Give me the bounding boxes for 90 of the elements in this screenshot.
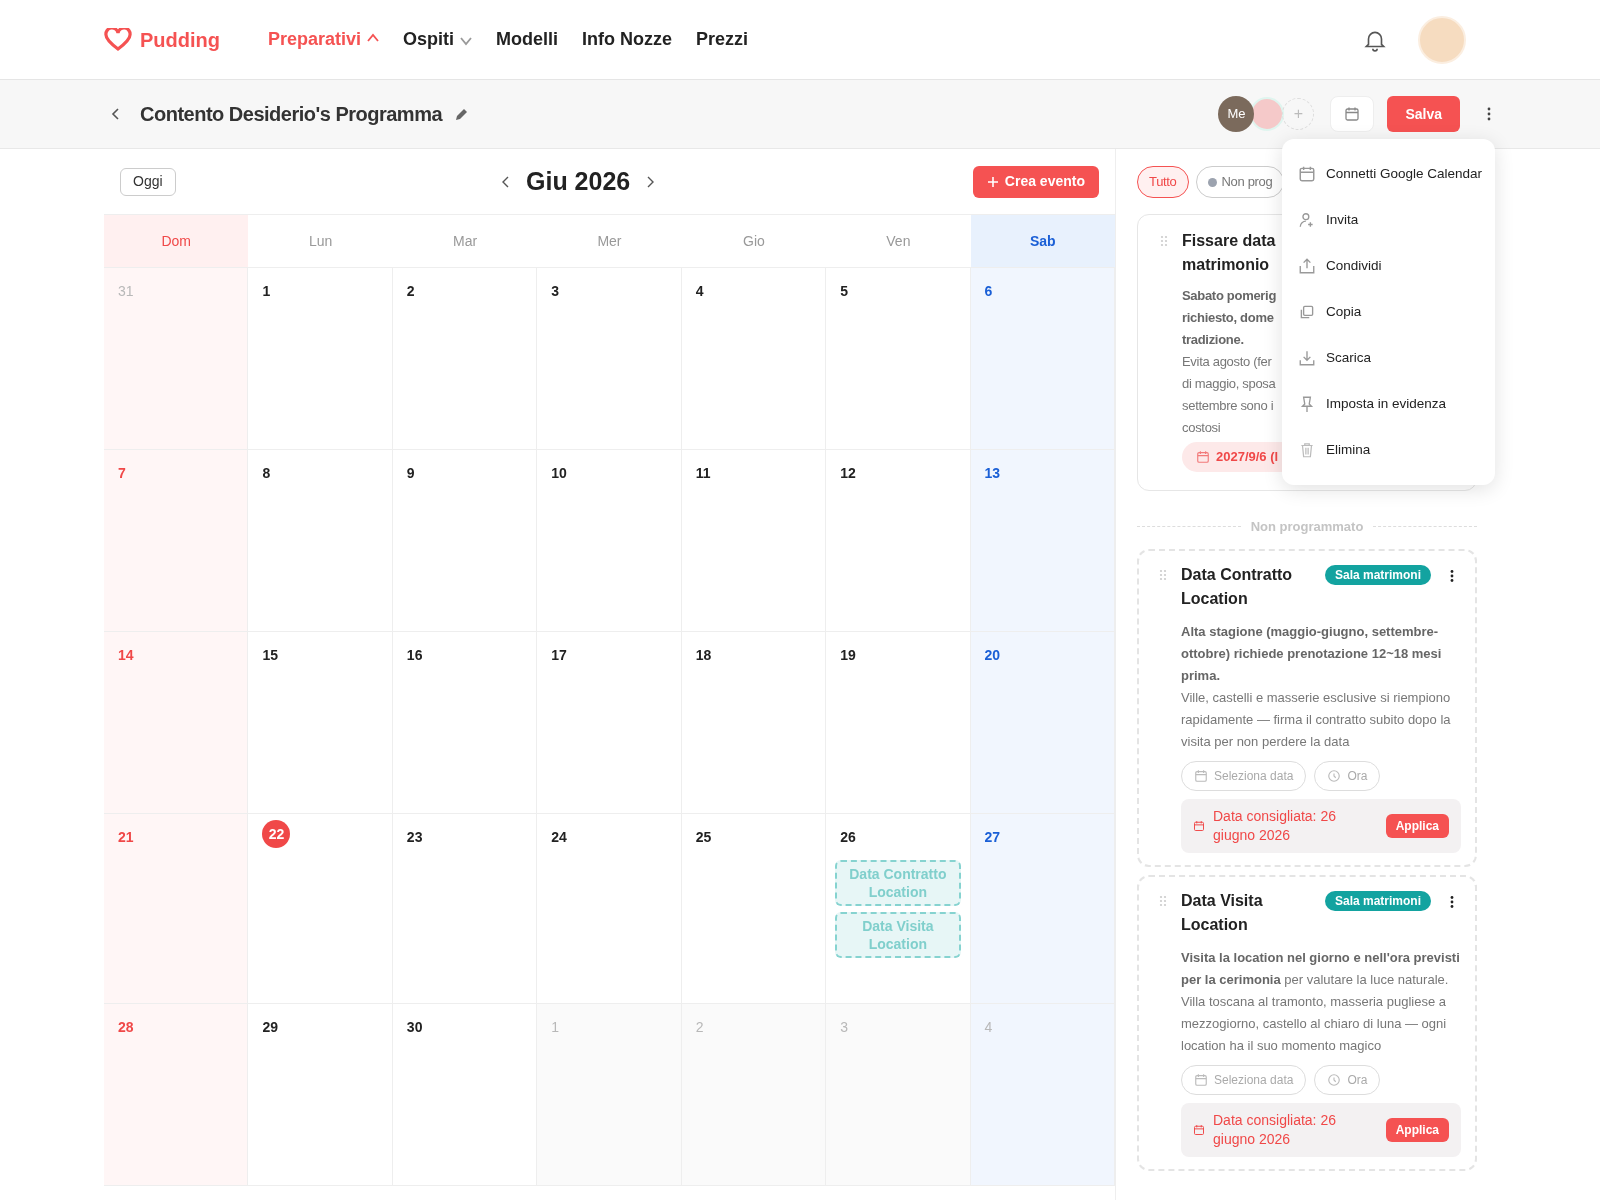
- menu-item[interactable]: Condividi: [1282, 243, 1495, 289]
- day-number[interactable]: 8: [262, 463, 271, 484]
- description-line: costosi: [1182, 419, 1221, 437]
- menu-item[interactable]: Invita: [1282, 197, 1495, 243]
- day-number[interactable]: 5: [840, 281, 848, 302]
- nav-link[interactable]: Modelli: [496, 26, 559, 53]
- heart-logo-icon: [104, 27, 132, 52]
- calendar-icon: [1194, 768, 1208, 783]
- pin-icon: [1298, 395, 1316, 413]
- day-number[interactable]: 29: [262, 1017, 278, 1038]
- description-line: Sabato pomerig: [1182, 287, 1277, 305]
- calendar-icon: [1193, 819, 1205, 832]
- today-date-marker[interactable]: 22: [262, 820, 291, 848]
- day-number[interactable]: 3: [551, 281, 560, 302]
- menu-item[interactable]: Copia: [1282, 289, 1495, 335]
- calendar-icon: [1196, 450, 1210, 464]
- filter-chip[interactable]: Non prog: [1195, 166, 1283, 198]
- section-divider-label: Non programmato: [1250, 518, 1364, 536]
- description-line: tradizione.: [1182, 331, 1244, 349]
- more-icon[interactable]: [1449, 568, 1455, 583]
- day-number[interactable]: 16: [406, 645, 423, 666]
- day-number[interactable]: 27: [984, 827, 1001, 848]
- day-number[interactable]: 20: [984, 645, 1001, 666]
- weekday-label: Dom: [161, 231, 191, 251]
- clock-icon: [1327, 1072, 1342, 1087]
- weekday-label: Mar: [453, 231, 478, 251]
- day-number[interactable]: 19: [840, 645, 856, 666]
- month-label: Giu 2026: [526, 165, 631, 197]
- copy-icon: [1298, 303, 1316, 321]
- weekday-label: Mer: [597, 231, 622, 251]
- task-card[interactable]: [1137, 874, 1477, 1171]
- day-number[interactable]: 17: [551, 645, 567, 666]
- description-line: settembre sono i: [1182, 397, 1274, 415]
- day-number[interactable]: 25: [695, 827, 712, 848]
- drag-handle-icon[interactable]: [1159, 894, 1169, 907]
- task-description: Visita la location nel giorno e nell'ora previsti per la cerimonia per valutare la luce naturale. Villa toscana al tramonto, masseria pugliese a mezzogiorno, castello al chiaro di luna — ogni location ha il suo momento magico: [1181, 948, 1461, 1055]
- day-number[interactable]: 13: [984, 463, 1001, 484]
- member-avatar[interactable]: [1250, 97, 1285, 131]
- page-title: Contento Desiderio's Programma: [140, 102, 443, 127]
- day-number[interactable]: 30: [406, 1017, 423, 1038]
- calendar-icon: [1194, 1072, 1208, 1087]
- calendar-icon: [1298, 165, 1316, 183]
- download-icon: [1298, 349, 1316, 367]
- description-line: Evita agosto (fer: [1182, 353, 1272, 371]
- day-number[interactable]: 4: [695, 281, 704, 302]
- suggested-date-text: Data consigliata: 26 giugno 2026: [1213, 1110, 1337, 1149]
- day-number[interactable]: 10: [551, 463, 567, 484]
- suggested-date-text: Data consigliata: 26 giugno 2026: [1213, 806, 1337, 845]
- day-number[interactable]: 26: [840, 827, 856, 848]
- day-number[interactable]: 2: [406, 281, 415, 302]
- day-number[interactable]: 1: [262, 281, 271, 302]
- more-icon[interactable]: [1449, 894, 1455, 909]
- menu-item[interactable]: Connetti Google Calendar: [1282, 151, 1495, 197]
- weekday-label: Sab: [1029, 231, 1056, 251]
- task-card[interactable]: [1137, 548, 1477, 867]
- day-number[interactable]: 6: [984, 281, 993, 302]
- day-number[interactable]: 18: [695, 645, 712, 666]
- calendar-icon: [1193, 1123, 1205, 1136]
- day-number[interactable]: 24: [551, 827, 567, 848]
- clock-icon: [1327, 768, 1342, 783]
- description-line: di maggio, sposa: [1182, 375, 1276, 393]
- drag-handle-icon[interactable]: [1159, 568, 1169, 581]
- calendar-icon: [1344, 106, 1361, 122]
- menu-item[interactable]: Imposta in evidenza: [1282, 381, 1495, 427]
- plus-icon: [986, 175, 999, 188]
- weekday-label: Gio: [743, 231, 765, 251]
- trash-icon: [1298, 441, 1316, 459]
- day-number[interactable]: 9: [406, 463, 415, 484]
- weekday-label: Lun: [308, 231, 333, 251]
- weekday-label: Ven: [886, 231, 911, 251]
- nav-link[interactable]: Info Nozze: [582, 26, 673, 53]
- day-number[interactable]: 11: [695, 463, 711, 484]
- nav-link[interactable]: Ospiti: [403, 26, 473, 53]
- share-icon: [1298, 257, 1316, 275]
- task-title[interactable]: Data Contratto Location: [1181, 562, 1321, 611]
- add-person-icon: [1298, 211, 1316, 229]
- task-title[interactable]: Data Visita Location: [1181, 888, 1321, 937]
- day-number[interactable]: 23: [406, 827, 423, 848]
- day-number[interactable]: 12: [840, 463, 856, 484]
- description-line: richiesto, dome: [1182, 309, 1274, 327]
- more-icon[interactable]: [1486, 106, 1492, 122]
- today-button[interactable]: Oggi: [120, 167, 176, 196]
- member-avatar[interactable]: Me: [1218, 96, 1255, 132]
- category-tag: Sala matrimoni: [1325, 890, 1432, 911]
- nav-link[interactable]: Prezzi: [696, 26, 749, 53]
- menu-item[interactable]: Scarica: [1282, 335, 1495, 381]
- drag-handle-icon[interactable]: [1160, 235, 1170, 247]
- task-description: Alta stagione (maggio-giugno, settembre-ottobre) richiede prenotazione 12~18 mesi prima. Ville, castelli e masserie esclusive si riempiono rapidamente — firma il contratto subito dopo la visita per non perdere la data: [1181, 622, 1452, 751]
- day-number[interactable]: 15: [262, 645, 278, 666]
- category-tag: Sala matrimoni: [1325, 564, 1432, 585]
